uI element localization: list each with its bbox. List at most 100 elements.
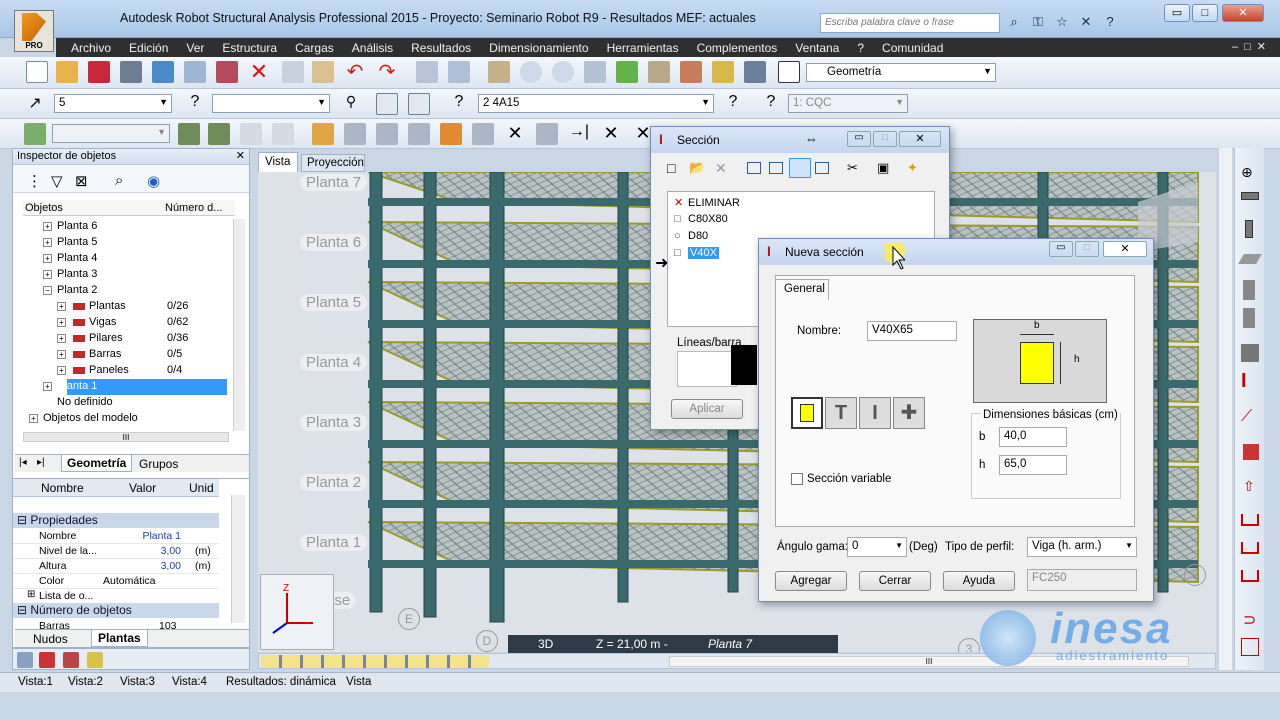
seccion-close-button[interactable]: ✕ [899, 131, 941, 147]
story-down-icon[interactable] [208, 123, 230, 145]
case-combo[interactable]: 1: CQC ▼ [788, 94, 908, 113]
section-list-item[interactable]: ○ D80 [674, 230, 708, 246]
slab-icon[interactable] [1238, 254, 1262, 264]
print-icon[interactable] [120, 61, 142, 83]
maximize-button[interactable]: □ [1192, 4, 1218, 22]
nueva-minimize-button[interactable]: ▭ [1049, 241, 1073, 257]
tree-item[interactable]: + Objetos del modelo [13, 411, 229, 427]
tab-grupos[interactable]: Grupos [139, 457, 178, 471]
menu-dimensionamiento[interactable]: Dimensionamiento [489, 41, 588, 55]
menu-cargas[interactable]: Cargas [295, 41, 334, 55]
list-icon[interactable] [17, 652, 33, 668]
expand-icon[interactable]: + [43, 254, 52, 263]
profile-select[interactable]: Viga (h. arm.) ▼ [1027, 537, 1137, 557]
paste-icon[interactable] [312, 61, 334, 83]
sections-icon[interactable] [680, 61, 702, 83]
prop-row[interactable]: Nombre Planta 1 [13, 529, 219, 544]
new-icon[interactable]: □ [667, 160, 675, 176]
save-icon[interactable]: ▣ [877, 160, 889, 176]
bar-select-icon[interactable]: ? [184, 93, 206, 115]
cut-icon[interactable]: ✂ [847, 160, 858, 176]
seccion-minimize-button[interactable]: ▭ [847, 131, 871, 147]
expand-icon[interactable]: ⊞ [27, 589, 35, 600]
tree-item[interactable]: + Planta 5 [13, 235, 229, 251]
status-vista-4[interactable]: Vista:4 [172, 676, 207, 688]
close-button[interactable]: ✕ [1222, 4, 1264, 22]
open-icon[interactable]: 📂 [689, 160, 705, 176]
help-button[interactable]: Ayuda [943, 571, 1015, 591]
panel-icon[interactable] [87, 652, 103, 668]
story-copy-icon[interactable] [240, 123, 262, 145]
layout-combo[interactable]: Geometría ▼ [806, 63, 996, 82]
b-field[interactable]: 40,0 [999, 427, 1067, 447]
color-swatch[interactable] [731, 345, 757, 385]
column-icon[interactable] [1245, 220, 1253, 238]
view-small-icon[interactable] [769, 162, 783, 174]
section-select-icon[interactable]: ? [448, 93, 470, 115]
tree-item[interactable]: − Planta 2 [13, 283, 229, 299]
lines-field[interactable] [677, 351, 737, 387]
support-icon[interactable] [1243, 308, 1255, 328]
node-combo[interactable]: 5 ▼ [54, 94, 172, 113]
move-icon[interactable] [344, 123, 366, 145]
scale-icon[interactable] [472, 123, 494, 145]
pan-icon[interactable] [616, 61, 638, 83]
view-display-icons[interactable] [261, 655, 489, 668]
tree-item[interactable]: No definido [13, 395, 229, 411]
shape-t-button[interactable]: T [825, 397, 857, 429]
calculator-icon[interactable] [416, 61, 438, 83]
release-icon[interactable]: ⟋ [1241, 408, 1252, 426]
redo-icon[interactable]: ↷ [376, 61, 398, 83]
menu-estructura[interactable]: Estructura [222, 41, 277, 55]
section-list-item[interactable]: □ C80X80 [674, 213, 728, 229]
shape-cross-button[interactable]: ✚ [893, 397, 925, 429]
clear-filter-icon[interactable]: ⊠ [75, 172, 88, 190]
view-details-icon[interactable] [815, 162, 829, 174]
expand-icon[interactable]: + [57, 350, 66, 359]
save-icon[interactable] [88, 61, 110, 83]
bar-icon[interactable] [39, 652, 55, 668]
expand-icon[interactable]: + [57, 366, 66, 375]
expand-icon[interactable]: + [29, 414, 38, 423]
grid-icon[interactable] [1241, 638, 1259, 656]
prop-value[interactable]: 3,00 [103, 545, 181, 557]
prop-value[interactable]: Automática [103, 575, 181, 587]
collapse-icon[interactable]: − [43, 286, 52, 295]
trim-icon[interactable]: ✕ [600, 123, 622, 145]
intersect-icon[interactable]: ✕ [504, 123, 526, 145]
undo-icon[interactable]: ↶ [344, 61, 366, 83]
page-setup-icon[interactable] [184, 61, 206, 83]
tree-item[interactable]: + Pilares 0/36 [13, 331, 229, 347]
nueva-maximize-button[interactable]: □ [1075, 241, 1099, 257]
tab-geometria[interactable]: Geometría [61, 455, 133, 472]
node-numbering-icon[interactable]: ⊕ [1241, 164, 1253, 181]
tab-left-icon[interactable]: |◂ [19, 457, 27, 468]
menu-edicion[interactable]: Edición [129, 41, 168, 55]
minimize-button[interactable]: ▭ [1164, 4, 1190, 22]
seccion-maximize-button[interactable]: □ [873, 131, 897, 147]
menu-ver[interactable]: Ver [186, 41, 204, 55]
camera-icon[interactable] [216, 61, 238, 83]
zoom-all-icon[interactable] [552, 61, 574, 83]
load-panel-icon[interactable] [1241, 542, 1259, 554]
tab-general[interactable]: General [775, 279, 829, 300]
materials-icon[interactable] [712, 61, 734, 83]
layout-selector-icon[interactable] [778, 61, 800, 83]
tree-item[interactable]: + Vigas 0/62 [13, 315, 229, 331]
load-case-icon[interactable]: ? [722, 93, 744, 115]
filter-icon[interactable]: ⚲ [340, 93, 362, 115]
story-table-icon[interactable] [272, 123, 294, 145]
material-field[interactable]: FC250 [1027, 569, 1137, 591]
help-icon[interactable]: ? [1102, 14, 1118, 30]
menu-ventana[interactable]: Ventana [795, 41, 839, 55]
view-list-icon[interactable] [789, 158, 811, 178]
print-preview-icon[interactable] [152, 61, 174, 83]
structure-model-icon[interactable] [648, 61, 670, 83]
translate-icon[interactable] [440, 123, 462, 145]
link-icon[interactable]: ⊃ [1243, 610, 1256, 630]
swap-icon[interactable]: ⇔ [805, 131, 818, 146]
expand-icon[interactable]: + [57, 318, 66, 327]
wall-icon[interactable] [1243, 280, 1255, 300]
lock-icon[interactable] [488, 61, 510, 83]
tree-item[interactable]: + Paneles 0/4 [13, 363, 229, 379]
